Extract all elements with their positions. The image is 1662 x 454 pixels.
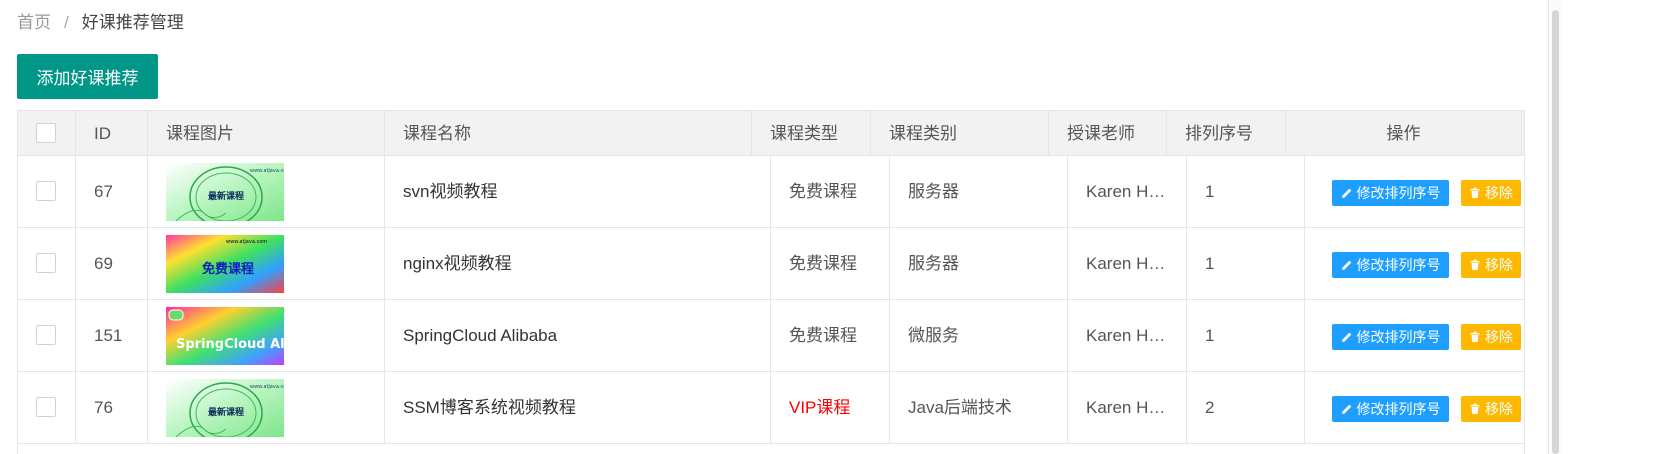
table-header: ID 课程图片 课程名称 课程类型 课程类别 授课老师 排列序号 操作 bbox=[18, 110, 1524, 156]
row-checkbox-cell bbox=[18, 300, 76, 371]
remove-button-label: 移除 bbox=[1485, 184, 1513, 201]
breadcrumb-current: 好课推荐管理 bbox=[81, 13, 184, 32]
recommendation-table: ID 课程图片 课程名称 课程类型 课程类别 授课老师 排列序号 操作 67 ww… bbox=[17, 110, 1525, 454]
remove-button[interactable]: 移除 bbox=[1461, 252, 1521, 278]
header-actions: 操作 bbox=[1286, 111, 1522, 156]
cell-course-name: SpringCloud Alibaba bbox=[385, 300, 771, 371]
remove-button[interactable]: 移除 bbox=[1461, 396, 1521, 422]
edit-button-label: 修改排列序号 bbox=[1356, 400, 1441, 417]
cover-title-text: 最新课程 bbox=[208, 190, 244, 202]
header-teacher[interactable]: 授课老师 bbox=[1049, 111, 1167, 156]
remove-button[interactable]: 移除 bbox=[1461, 324, 1521, 350]
cell-image: SpringCloud Ali bbox=[148, 300, 385, 371]
header-category[interactable]: 课程类别 bbox=[871, 111, 1049, 156]
cell-teacher: Karen Hoang bbox=[1068, 300, 1187, 371]
row-checkbox[interactable] bbox=[36, 325, 56, 345]
cell-sort-order: 1 bbox=[1187, 300, 1305, 371]
cover-title-text: 免费课程 bbox=[202, 261, 254, 277]
row-checkbox-cell bbox=[18, 372, 76, 443]
cell-teacher: Karen Hoang bbox=[1068, 156, 1187, 227]
row-checkbox[interactable] bbox=[36, 397, 56, 417]
pencil-icon bbox=[1341, 403, 1353, 415]
remove-button-label: 移除 bbox=[1485, 328, 1513, 345]
trash-icon bbox=[1469, 187, 1481, 199]
cell-course-category: 服务器 bbox=[890, 228, 1068, 299]
cell-teacher: Karen Hoang bbox=[1068, 372, 1187, 443]
course-cover-image[interactable]: SpringCloud Ali bbox=[166, 307, 284, 365]
cell-id: 151 bbox=[76, 300, 148, 371]
breadcrumb: 首页 / 好课推荐管理 bbox=[17, 8, 184, 33]
cell-course-type: VIP课程 bbox=[771, 372, 890, 443]
cell-actions: 修改排列序号 移除 bbox=[1305, 372, 1524, 443]
row-checkbox-cell bbox=[18, 228, 76, 299]
cell-course-category: Java后端技术 bbox=[890, 372, 1068, 443]
add-recommendation-button[interactable]: 添加好课推荐 bbox=[17, 54, 158, 99]
remove-button-label: 移除 bbox=[1485, 400, 1513, 417]
cover-title-text: 最新课程 bbox=[208, 406, 244, 418]
cell-course-type: 免费课程 bbox=[771, 300, 890, 371]
remove-button-label: 移除 bbox=[1485, 256, 1513, 273]
cell-course-category: 微服务 bbox=[890, 300, 1068, 371]
cell-sort-order: 1 bbox=[1187, 156, 1305, 227]
cover-site-text: www.atjava.com bbox=[226, 239, 267, 245]
cover-site-text: www.atjava.com bbox=[250, 168, 284, 174]
pencil-icon bbox=[1341, 259, 1353, 271]
breadcrumb-separator: / bbox=[64, 13, 69, 32]
cell-image: www.atjava.com 免费课程 bbox=[148, 228, 385, 299]
course-cover-image[interactable]: www.atjava.com 最新课程 bbox=[166, 163, 284, 221]
cell-course-name: nginx视频教程 bbox=[385, 228, 771, 299]
cell-image: www.atjava.com 最新课程 bbox=[148, 156, 385, 227]
pencil-icon bbox=[1341, 331, 1353, 343]
cover-site-text: www.atjava.com bbox=[250, 384, 284, 390]
cell-id: 76 bbox=[76, 372, 148, 443]
edit-sort-order-button[interactable]: 修改排列序号 bbox=[1332, 252, 1449, 278]
header-name[interactable]: 课程名称 bbox=[385, 111, 752, 156]
header-type[interactable]: 课程类型 bbox=[752, 111, 871, 156]
edit-button-label: 修改排列序号 bbox=[1356, 328, 1441, 345]
table-row: 67 www.atjava.com 最新课程 svn视频教程免费课程服务器Karen … bbox=[18, 156, 1524, 228]
edit-sort-order-button[interactable]: 修改排列序号 bbox=[1332, 396, 1449, 422]
trash-icon bbox=[1469, 331, 1481, 343]
header-checkbox-cell bbox=[18, 111, 76, 156]
course-cover-image[interactable]: www.atjava.com 免费课程 bbox=[166, 235, 284, 293]
cell-actions: 修改排列序号 移除 bbox=[1305, 228, 1524, 299]
scrollbar-thumb[interactable] bbox=[1552, 10, 1559, 454]
cell-id: 69 bbox=[76, 228, 148, 299]
cell-id: 67 bbox=[76, 156, 148, 227]
cell-course-name: SSM博客系统视频教程 bbox=[385, 372, 771, 443]
cell-actions: 修改排列序号 移除 bbox=[1305, 156, 1524, 227]
cell-image: www.atjava.com 最新课程 bbox=[148, 372, 385, 443]
cell-teacher: Karen Hoang bbox=[1068, 228, 1187, 299]
cell-actions: 修改排列序号 移除 bbox=[1305, 300, 1524, 371]
row-checkbox[interactable] bbox=[36, 181, 56, 201]
cell-sort-order: 1 bbox=[1187, 228, 1305, 299]
pencil-icon bbox=[1341, 187, 1353, 199]
header-id[interactable]: ID bbox=[76, 111, 148, 156]
edit-sort-order-button[interactable]: 修改排列序号 bbox=[1332, 180, 1449, 206]
edit-sort-order-button[interactable]: 修改排列序号 bbox=[1332, 324, 1449, 350]
select-all-checkbox[interactable] bbox=[36, 123, 56, 143]
cell-course-type: 免费课程 bbox=[771, 156, 890, 227]
vertical-scrollbar[interactable] bbox=[1548, 0, 1562, 454]
breadcrumb-home-link[interactable]: 首页 bbox=[17, 13, 51, 32]
course-cover-image[interactable]: www.atjava.com 最新课程 bbox=[166, 379, 284, 437]
table-row: 151 SpringCloud Ali SpringCloud Alibaba 免费课… bbox=[18, 300, 1524, 372]
cell-course-category: 服务器 bbox=[890, 156, 1068, 227]
header-sort[interactable]: 排列序号 bbox=[1167, 111, 1286, 156]
cell-course-type: 免费课程 bbox=[771, 228, 890, 299]
cell-sort-order: 2 bbox=[1187, 372, 1305, 443]
cover-title-text: SpringCloud Ali bbox=[176, 337, 284, 352]
table-row: 69 www.atjava.com 免费课程 nginx视频教程 免费课程 服务器 Kare… bbox=[18, 228, 1524, 300]
edit-button-label: 修改排列序号 bbox=[1356, 184, 1441, 201]
remove-button[interactable]: 移除 bbox=[1461, 180, 1521, 206]
trash-icon bbox=[1469, 403, 1481, 415]
row-checkbox[interactable] bbox=[36, 253, 56, 273]
edit-button-label: 修改排列序号 bbox=[1356, 256, 1441, 273]
trash-icon bbox=[1469, 259, 1481, 271]
header-image[interactable]: 课程图片 bbox=[148, 111, 385, 156]
table-row: 76 www.atjava.com 最新课程 SSM博客系统视频教程VIP课程Java… bbox=[18, 372, 1524, 444]
cell-course-name: svn视频教程 bbox=[385, 156, 771, 227]
row-checkbox-cell bbox=[18, 156, 76, 227]
